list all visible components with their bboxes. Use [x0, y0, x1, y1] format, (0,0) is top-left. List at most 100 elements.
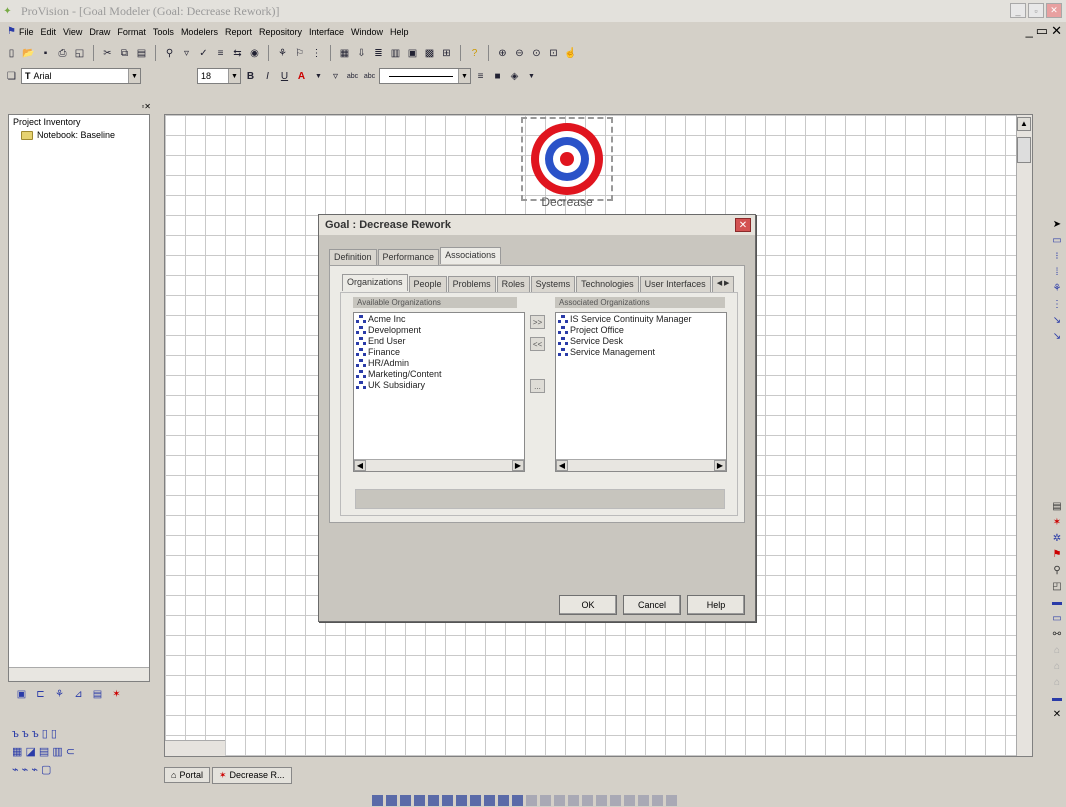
tool-icon[interactable]	[498, 794, 509, 806]
paste-icon[interactable]: ▤	[134, 46, 149, 61]
tool-icon[interactable]	[372, 794, 383, 806]
dialog-close-button[interactable]: ✕	[735, 218, 751, 232]
tool-icon[interactable]	[512, 794, 523, 806]
subgoal-icon[interactable]: ⁞	[1051, 267, 1063, 279]
tab-technologies[interactable]: Technologies	[576, 276, 639, 293]
goal-add-icon[interactable]: ⁝	[1051, 251, 1063, 263]
list-item[interactable]: UK Subsidiary	[354, 379, 524, 390]
tab-roles[interactable]: Roles	[496, 276, 530, 293]
org-icon[interactable]: ⚘	[52, 687, 67, 702]
zoom-in-icon[interactable]: ⊕	[495, 46, 510, 61]
zoom-out-icon[interactable]: ⊖	[512, 46, 527, 61]
close-button[interactable]: ✕	[1046, 3, 1062, 18]
tool-icon[interactable]	[442, 794, 453, 806]
abc-icon[interactable]: abc	[345, 69, 360, 84]
connector-icon[interactable]: ъ ъ ъ ▯ ▯	[12, 728, 57, 740]
scroll-thumb[interactable]	[1017, 137, 1031, 163]
minimize-button[interactable]: _	[1010, 3, 1026, 18]
scroll-right-icon[interactable]: ▶	[714, 460, 726, 471]
list-item[interactable]: Service Desk	[556, 335, 726, 346]
inventory-item[interactable]: Notebook: Baseline	[9, 129, 149, 141]
ok-button[interactable]: OK	[559, 595, 617, 615]
open-icon[interactable]: 📂	[21, 46, 36, 61]
print-icon[interactable]: ⎙	[55, 46, 70, 61]
goal-shape[interactable]	[521, 117, 613, 201]
scroll-up-icon[interactable]: ▲	[1017, 117, 1031, 131]
tab-scroll-arrows[interactable]: ◀ ▶	[711, 276, 735, 293]
mdi-close-button[interactable]: ✕	[1051, 23, 1062, 39]
chevron-down-icon[interactable]: ▼	[128, 69, 140, 83]
menu-report[interactable]: Report	[225, 27, 252, 37]
process-icon[interactable]: ▣	[14, 687, 29, 702]
layout-icon[interactable]: ≣	[371, 46, 386, 61]
font-color-icon[interactable]: A	[294, 69, 309, 84]
more-button[interactable]: ...	[530, 379, 545, 393]
scroll-right-icon[interactable]: ▶	[512, 460, 524, 471]
menu-window[interactable]: Window	[351, 27, 383, 37]
export-icon[interactable]: ⊞	[439, 46, 454, 61]
help-icon[interactable]: ?	[467, 46, 482, 61]
hierarchy-icon[interactable]: ⚐	[292, 46, 307, 61]
menu-modelers[interactable]: Modelers	[181, 27, 218, 37]
menu-repository[interactable]: Repository	[259, 27, 302, 37]
comment-icon[interactable]: ◉	[247, 46, 262, 61]
style-icon[interactable]: ❏	[4, 69, 19, 84]
list-item[interactable]: Service Management	[556, 346, 726, 357]
maximize-button[interactable]: ▫	[1028, 3, 1044, 18]
tab-performance[interactable]: Performance	[377, 249, 440, 266]
copy-icon[interactable]: ⧉	[117, 46, 132, 61]
tool-icon[interactable]	[400, 794, 411, 806]
table-icon[interactable]: ▩	[422, 46, 437, 61]
shape-palette[interactable]: ъ ъ ъ ▯ ▯ ▦ ◪ ▤ ▥ ⊂ ⌁ ⌁ ⌁ ▢	[12, 725, 132, 785]
align-icon[interactable]: ≡	[213, 46, 228, 61]
tab-problems[interactable]: Problems	[447, 276, 496, 293]
properties-icon[interactable]: ▤	[1051, 501, 1063, 513]
menu-tools[interactable]: Tools	[153, 27, 174, 37]
menu-view[interactable]: View	[63, 27, 82, 37]
available-list[interactable]: Acme Inc Development End User Finance HR…	[353, 312, 525, 472]
tool-icon[interactable]	[484, 794, 495, 806]
connector-icon[interactable]: ⇆	[230, 46, 245, 61]
underline-icon[interactable]: U	[277, 69, 292, 84]
tab-portal[interactable]: ⌂ Portal	[164, 767, 210, 783]
list-item[interactable]: Finance	[354, 346, 524, 357]
line-weight-icon[interactable]: ≡	[473, 69, 488, 84]
available-hscroll[interactable]: ◀ ▶	[354, 459, 524, 471]
link-icon[interactable]: ↘	[1051, 315, 1063, 327]
paint-bucket-icon[interactable]: ◈	[507, 69, 522, 84]
shape-icon[interactable]: ▬	[1051, 693, 1063, 705]
menu-interface[interactable]: Interface	[309, 27, 344, 37]
arrange-icon[interactable]: ⇩	[354, 46, 369, 61]
tab-people[interactable]: People	[408, 276, 447, 293]
list-item[interactable]: Development	[354, 324, 524, 335]
org-chart-icon[interactable]: ⚘	[1051, 283, 1063, 295]
tool-icon[interactable]	[456, 794, 467, 806]
list-item[interactable]: Marketing/Content	[354, 368, 524, 379]
preview-icon[interactable]: ◱	[72, 46, 87, 61]
tab-user-interfaces[interactable]: User Interfaces	[639, 276, 711, 293]
menu-edit[interactable]: Edit	[41, 27, 57, 37]
goal-icon[interactable]: ✶	[1051, 517, 1063, 529]
line-style-select[interactable]: ▼	[379, 68, 471, 84]
font-size-select[interactable]: 18 ▼	[197, 68, 241, 84]
tab-decrease-rework[interactable]: ✶ Decrease R...	[211, 766, 292, 784]
workflow-icon[interactable]: ⊏	[33, 687, 48, 702]
chart-icon[interactable]: ⊿	[71, 687, 86, 702]
cycle-icon[interactable]: ✲	[1051, 533, 1063, 545]
associated-hscroll[interactable]: ◀ ▶	[556, 459, 726, 471]
chevron-down-icon[interactable]: ▼	[524, 69, 539, 84]
flow-icon[interactable]: ↘	[1051, 331, 1063, 343]
help-button[interactable]: Help	[687, 595, 745, 615]
menu-draw[interactable]: Draw	[89, 27, 110, 37]
tab-definition[interactable]: Definition	[329, 249, 377, 266]
message-icon[interactable]: ▭	[1051, 613, 1063, 625]
mdi-minimize-button[interactable]: _	[1026, 23, 1033, 39]
remove-button[interactable]: <<	[530, 337, 545, 351]
tab-associations[interactable]: Associations	[440, 247, 501, 264]
list-item[interactable]: End User	[354, 335, 524, 346]
panel-close-icon[interactable]: ▫✕	[141, 102, 151, 111]
flag-icon[interactable]: ⚑	[1051, 549, 1063, 561]
link-icon[interactable]: ⌁ ⌁ ⌁ ▢	[12, 764, 51, 776]
tree-icon[interactable]: ⋮	[1051, 299, 1063, 311]
tool-icon[interactable]	[386, 794, 397, 806]
